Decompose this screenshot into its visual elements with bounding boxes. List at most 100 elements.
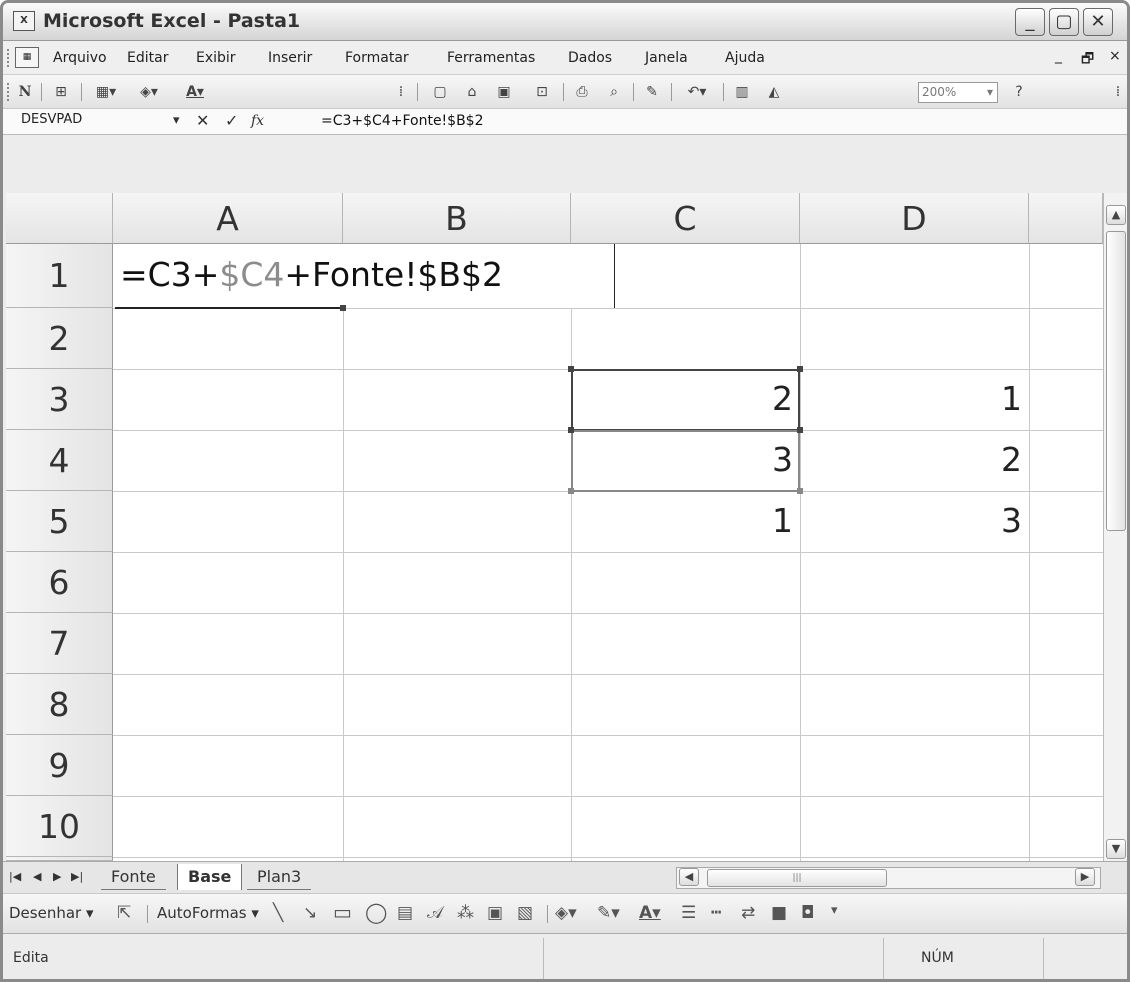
print-icon[interactable]: ⎙	[571, 82, 593, 102]
cell-d4[interactable]: 2	[800, 440, 1022, 479]
column-header-e[interactable]	[1029, 193, 1103, 244]
fill-handle[interactable]	[340, 305, 346, 311]
minimize-button[interactable]: _	[1015, 8, 1045, 36]
draw-font-color-icon[interactable]: A▾	[639, 903, 661, 923]
arrow-style-icon[interactable]: ⇄	[741, 903, 755, 923]
toolbar-overflow-icon[interactable]: ⁞	[1111, 82, 1125, 102]
autoshapes-menu-button[interactable]: AutoFormas ▾	[157, 904, 259, 922]
prev-sheet-icon[interactable]: ◀	[33, 870, 41, 883]
row-header-7[interactable]: 7	[6, 613, 113, 674]
toolbar-options-icon[interactable]: ⁞	[395, 82, 407, 102]
toolbar-grip-handle[interactable]	[7, 83, 10, 101]
line-color-icon[interactable]: ✎▾	[597, 903, 620, 923]
save-icon[interactable]: ▣	[493, 82, 515, 102]
next-sheet-icon[interactable]: ▶	[53, 870, 61, 883]
workbook-icon[interactable]: ▦	[15, 47, 39, 68]
cell-c5[interactable]: 1	[571, 501, 793, 540]
print-preview-icon[interactable]: ⌕	[603, 82, 625, 102]
oval-icon[interactable]: ◯	[365, 900, 387, 924]
row-header-6[interactable]: 6	[6, 552, 113, 613]
name-box[interactable]: DESVPAD	[21, 112, 82, 127]
bold-button[interactable]: N	[15, 82, 35, 102]
title-bar[interactable]: X Microsoft Excel - Pasta1 _ ▢ ✕	[3, 3, 1127, 41]
close-button[interactable]: ✕	[1083, 8, 1113, 36]
vertical-scroll-thumb[interactable]	[1106, 231, 1126, 531]
vertical-scrollbar[interactable]: ▲ ▼	[1103, 193, 1127, 861]
cell-edit-text[interactable]: =C3+$C4+Fonte!$B$2	[120, 255, 503, 294]
column-header-d[interactable]: D	[800, 193, 1029, 244]
ref-handle-c4[interactable]	[797, 488, 803, 494]
row-header-8[interactable]: 8	[6, 674, 113, 735]
row-header-4[interactable]: 4	[6, 430, 113, 491]
menu-grip-handle[interactable]	[7, 49, 10, 67]
menu-arquivo[interactable]: Arquivo	[53, 50, 107, 66]
open-folder-icon[interactable]: ⌂	[461, 82, 483, 102]
horizontal-scrollbar[interactable]: ◀ ||| ▶	[676, 867, 1101, 889]
line-icon[interactable]: ╲	[273, 903, 283, 923]
first-sheet-icon[interactable]: |◀	[9, 870, 21, 883]
menu-ajuda[interactable]: Ajuda	[725, 50, 765, 66]
name-box-dropdown-icon[interactable]: ▾	[173, 113, 180, 128]
dash-style-icon[interactable]: ┅	[711, 903, 721, 923]
diagram-icon[interactable]: ⁂	[457, 903, 474, 923]
column-header-c[interactable]: C	[571, 193, 800, 244]
chart-wizard-icon[interactable]: ▥	[731, 82, 753, 102]
text-box-icon[interactable]: ▤	[397, 903, 413, 923]
row-header-1[interactable]: 1	[6, 244, 113, 308]
menu-ferramentas[interactable]: Ferramentas	[447, 50, 535, 66]
last-sheet-icon[interactable]: ▶|	[71, 870, 83, 883]
rectangle-icon[interactable]: ▭	[333, 900, 352, 924]
row-header-10[interactable]: 10	[6, 796, 113, 857]
menu-editar[interactable]: Editar	[127, 50, 168, 66]
column-header-b[interactable]: B	[343, 193, 571, 244]
scroll-right-icon[interactable]: ▶	[1075, 868, 1095, 886]
cancel-icon[interactable]: ✕	[196, 111, 209, 130]
cell-d3[interactable]: 1	[800, 379, 1022, 418]
column-header-a[interactable]: A	[113, 193, 343, 244]
ref-handle-c3[interactable]	[797, 366, 803, 372]
help-icon[interactable]: ?	[1008, 82, 1030, 102]
cell-c4[interactable]: 3	[571, 440, 793, 479]
shadow-style-icon[interactable]: ■	[771, 903, 787, 923]
clip-art-icon[interactable]: ▣	[487, 903, 503, 923]
borders-icon[interactable]: ▦▾	[89, 82, 123, 102]
horizontal-scroll-thumb[interactable]: |||	[707, 869, 887, 887]
row-header-2[interactable]: 2	[6, 308, 113, 369]
insert-function-icon[interactable]: fx	[251, 113, 264, 129]
row-header-5[interactable]: 5	[6, 491, 113, 552]
scroll-up-icon[interactable]: ▲	[1106, 205, 1126, 225]
zoom-select[interactable]: 200% ▾	[918, 82, 998, 103]
formula-input[interactable]: =C3+$C4+Fonte!$B$2	[321, 113, 484, 129]
scroll-down-icon[interactable]: ▼	[1106, 839, 1126, 859]
excel-app-icon[interactable]: X	[13, 11, 35, 31]
wordart-icon[interactable]: 𝒜	[427, 903, 443, 923]
ref-handle-c3[interactable]	[568, 427, 574, 433]
ref-handle-c3[interactable]	[568, 366, 574, 372]
fill-color-icon[interactable]: ◈▾	[129, 82, 169, 102]
doc-close-button[interactable]: ×	[1109, 48, 1121, 64]
font-color-icon[interactable]: A▾	[175, 82, 215, 102]
menu-inserir[interactable]: Inserir	[268, 50, 312, 66]
select-objects-icon[interactable]: ⇱	[117, 903, 131, 923]
undo-icon[interactable]: ↶▾	[679, 82, 715, 102]
row-header-9[interactable]: 9	[6, 735, 113, 796]
insert-picture-icon[interactable]: ▧	[517, 903, 533, 923]
scroll-left-icon[interactable]: ◀	[679, 868, 699, 886]
ref-handle-c4[interactable]	[568, 488, 574, 494]
draw-menu-button[interactable]: Desenhar ▾	[9, 904, 94, 922]
drawbar-options-icon[interactable]: ▾	[831, 903, 838, 918]
format-painter-icon[interactable]: ✎	[641, 82, 663, 102]
3d-style-icon[interactable]: ◘	[801, 903, 814, 923]
permission-icon[interactable]: ⊡	[531, 82, 553, 102]
menu-formatar[interactable]: Formatar	[345, 50, 409, 66]
ref-handle-c3[interactable]	[797, 427, 803, 433]
merge-center-icon[interactable]: ⊞	[49, 82, 73, 102]
arrow-icon[interactable]: ↘	[303, 903, 317, 923]
cell-c3[interactable]: 2	[571, 379, 793, 418]
restore-button[interactable]: ▢	[1049, 8, 1079, 36]
menu-exibir[interactable]: Exibir	[196, 50, 236, 66]
doc-minimize-button[interactable]: _	[1055, 48, 1062, 64]
new-document-icon[interactable]: ▢	[429, 82, 451, 102]
drawing-toggle-icon[interactable]: ◭	[763, 82, 785, 102]
row-header-3[interactable]: 3	[6, 369, 113, 430]
